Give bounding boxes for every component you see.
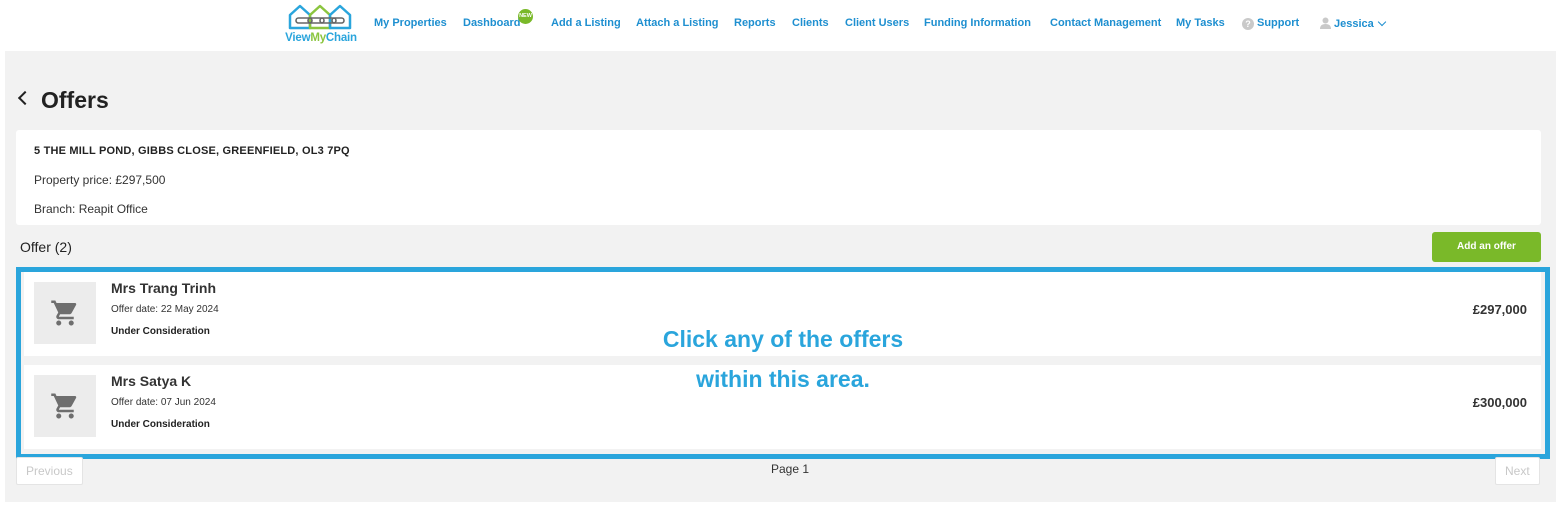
nav-support-label: Support	[1257, 17, 1300, 29]
nav-dashboard[interactable]: Dashboard	[463, 17, 520, 29]
logo-text-view: View	[285, 32, 311, 44]
offer-status: Under Consideration	[111, 419, 210, 430]
offer-name: Mrs Trang Trinh	[111, 280, 217, 296]
instruction-callout: Click any of the offers within this area…	[583, 319, 983, 399]
previous-page-button[interactable]: Previous	[16, 457, 83, 485]
offer-date: Offer date: 22 May 2024	[111, 304, 219, 315]
nav-contact-management[interactable]: Contact Management	[1050, 17, 1161, 29]
logo-text-chain: Chain	[325, 32, 357, 44]
shopping-cart-icon	[51, 393, 77, 419]
instruction-line-2: within this area.	[696, 366, 870, 392]
nav-user-menu[interactable]: Jessica	[1320, 17, 1387, 30]
nav-clients[interactable]: Clients	[792, 17, 829, 29]
offer-status: Under Consideration	[111, 326, 210, 337]
offer-amount: £297,000	[1472, 302, 1527, 317]
nav-funding-information[interactable]: Funding Information	[924, 17, 1031, 29]
offer-thumbnail	[34, 282, 96, 344]
offer-count-label: Offer (2)	[20, 239, 72, 255]
nav-my-properties[interactable]: My Properties	[374, 17, 447, 29]
new-badge: NEW	[518, 9, 533, 24]
next-page-button[interactable]: Next	[1495, 457, 1540, 485]
instruction-line-1: Click any of the offers	[662, 326, 904, 352]
nav-attach-listing[interactable]: Attach a Listing	[636, 17, 719, 29]
offer-thumbnail	[34, 375, 96, 437]
top-navigation: ViewMyChain My Properties Dashboard NEW …	[0, 0, 1556, 50]
page-indicator: Page 1	[771, 462, 810, 476]
user-name: Jessica	[1334, 18, 1374, 30]
offer-amount: £300,000	[1472, 395, 1527, 410]
nav-support[interactable]: ? Support	[1242, 17, 1299, 30]
viewmychain-logo[interactable]: ViewMyChain	[284, 3, 358, 47]
shopping-cart-icon	[51, 300, 77, 326]
property-branch: Branch: Reapit Office	[34, 202, 148, 216]
nav-reports[interactable]: Reports	[734, 17, 776, 29]
user-icon	[1320, 17, 1331, 29]
nav-add-listing[interactable]: Add a Listing	[551, 17, 621, 29]
nav-my-tasks[interactable]: My Tasks	[1176, 17, 1225, 29]
offer-name: Mrs Satya K	[111, 373, 192, 389]
property-address: 5 THE MILL POND, GIBBS CLOSE, GREENFIELD…	[34, 145, 350, 157]
offer-date: Offer date: 07 Jun 2024	[111, 397, 216, 408]
chevron-down-icon	[1377, 17, 1387, 27]
nav-client-users[interactable]: Client Users	[845, 17, 909, 29]
logo-text-my: My	[310, 32, 326, 44]
logo-wordmark: ViewMyChain	[284, 32, 358, 44]
page-title: Offers	[41, 87, 109, 113]
add-offer-button[interactable]: Add an offer	[1432, 232, 1541, 262]
help-icon: ?	[1242, 18, 1254, 30]
houses-logo-icon	[288, 4, 352, 30]
property-price: Property price: £297,500	[34, 173, 166, 187]
